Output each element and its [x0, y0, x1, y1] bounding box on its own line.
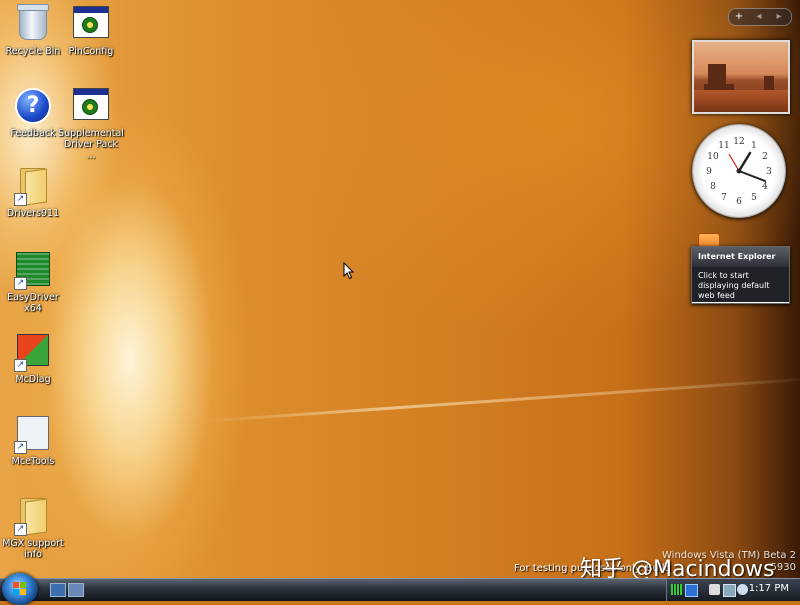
minute-hand: [738, 170, 766, 182]
desktop-icon-label: Feedback: [10, 128, 56, 139]
feed-title: Internet Explorer: [692, 247, 789, 267]
help-icon: ?: [15, 88, 51, 124]
clock-numeral: 5: [751, 193, 757, 203]
desktop-icon-label: Drivers911: [6, 208, 60, 219]
desktop-icon-label: EasyDriver x64: [7, 292, 59, 314]
app-window-icon: [73, 88, 109, 120]
taskbar: 1:17 PM: [0, 573, 800, 605]
shortcut-arrow-icon: ↗: [14, 523, 27, 536]
clock-numeral: 1: [751, 141, 757, 151]
feed-headlines-gadget[interactable]: Internet Explorer Click to start display…: [691, 246, 790, 304]
shortcut-arrow-icon: ↗: [14, 359, 27, 372]
next-page-button[interactable]: ▸: [769, 9, 789, 25]
clock-numeral: 2: [762, 152, 768, 162]
clock-numeral: 8: [710, 182, 716, 192]
start-button[interactable]: [2, 573, 38, 605]
clock-numeral: 6: [736, 197, 742, 207]
clock-gadget[interactable]: 12 1 2 3 4 5 6 7 8 9 10 11: [692, 124, 786, 218]
desktop-icon-label: Supplemental Driver Pack ...: [58, 128, 124, 161]
desktop-icon-label: MceTools: [11, 456, 55, 467]
network-icon[interactable]: [723, 584, 736, 597]
desktop-icon-pinconfig[interactable]: PinConfig: [58, 4, 124, 57]
notification-area: 1:17 PM: [666, 579, 800, 601]
mouse-cursor-icon: [343, 262, 355, 280]
add-gadget-button[interactable]: +: [729, 9, 749, 25]
shortcut-arrow-icon: ↗: [14, 193, 27, 206]
second-hand: [728, 153, 740, 172]
app-window-icon: [73, 6, 109, 38]
show-desktop-icon[interactable]: [50, 583, 66, 597]
clock-numeral: 4: [762, 182, 768, 192]
app-tray-icon[interactable]: [685, 584, 698, 597]
desktop-icon-mcdiag[interactable]: ↗ McDiag: [0, 332, 66, 385]
clock-numeral: 3: [766, 167, 772, 177]
performance-meter-icon[interactable]: [671, 584, 682, 595]
prev-page-button[interactable]: ◂: [749, 9, 769, 25]
shortcut-arrow-icon: ↗: [14, 441, 27, 454]
desktop-icon-easydriver[interactable]: ↗ EasyDriver x64: [0, 250, 66, 314]
desktop-icon-mcetools[interactable]: ↗ MceTools: [0, 414, 66, 467]
slideshow-gadget[interactable]: [692, 40, 790, 114]
desktop-icon-drivers911[interactable]: ↗ Drivers911: [0, 166, 66, 219]
clock-face: 12 12 3 45678 9 1011: [706, 137, 772, 207]
taskbar-clock[interactable]: 1:17 PM: [749, 583, 789, 594]
clock-numeral: 11: [718, 141, 729, 151]
desert-ground: [694, 90, 788, 112]
wallpaper-light-streak: [199, 376, 800, 423]
clock-numeral: 10: [707, 152, 719, 162]
desktop-icon-recycle-bin[interactable]: Recycle Bin: [0, 4, 66, 57]
sidebar-controls: + ◂ ▸: [728, 8, 792, 26]
desktop-icon-label: MGX support info: [2, 538, 64, 560]
security-shield-icon[interactable]: [709, 584, 720, 595]
overlay-watermark: 知乎 @Macindows: [580, 557, 775, 578]
desktop-icon-label: McDiag: [15, 374, 51, 385]
desktop-icon-feedback[interactable]: ? Feedback: [0, 86, 66, 139]
desktop-icon-supplemental-driver-pack[interactable]: Supplemental Driver Pack ...: [58, 86, 124, 161]
clock-numeral: 9: [706, 167, 712, 177]
desktop-icon-label: Recycle Bin: [5, 46, 61, 57]
clock-numeral: 7: [721, 193, 727, 203]
recycle-bin-icon: [17, 4, 49, 40]
desktop[interactable]: Recycle Bin PinConfig ? Feedback Supplem…: [0, 0, 800, 578]
clock-numeral: 12: [733, 137, 744, 147]
desktop-icon-mgx-support-info[interactable]: ↗ MGX support info: [0, 496, 66, 560]
feed-message[interactable]: Click to start displaying default web fe…: [692, 267, 789, 302]
windows-logo-icon: [13, 582, 27, 595]
desktop-icon-label: PinConfig: [68, 46, 114, 57]
shortcut-arrow-icon: ↗: [14, 277, 27, 290]
hour-hand: [737, 151, 752, 173]
switch-windows-icon[interactable]: [68, 583, 84, 597]
volume-icon[interactable]: [737, 584, 748, 595]
